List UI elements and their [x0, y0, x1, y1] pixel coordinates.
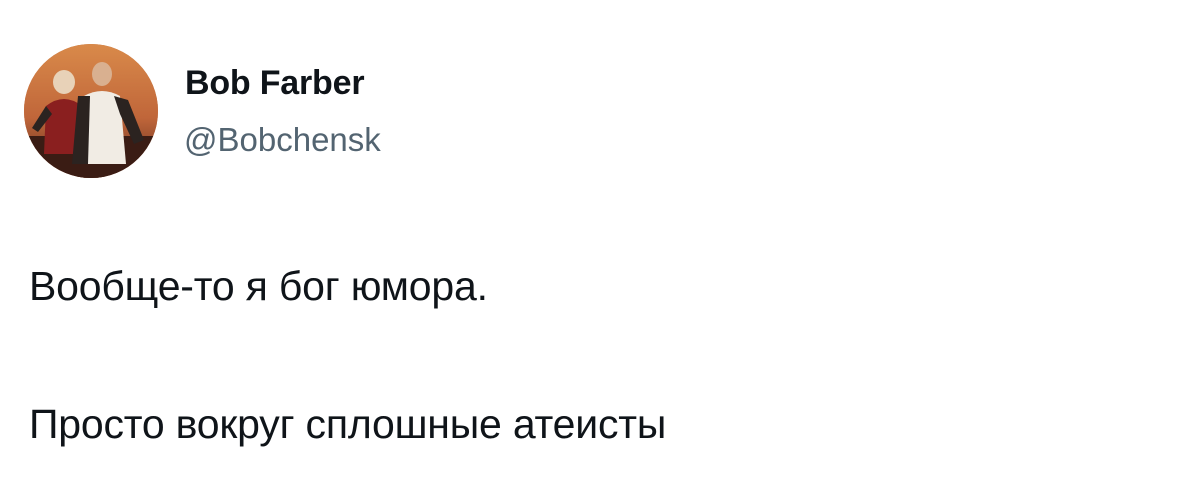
tweet-text-line-1: Вообще-то я бог юмора. — [29, 263, 488, 309]
tweet-card: Bob Farber @Bobchensk Вообще-то я бог юм… — [0, 0, 1202, 499]
author-handle[interactable]: @Bobchensk — [184, 120, 381, 160]
author-avatar[interactable] — [24, 44, 158, 178]
avatar-photo-icon — [24, 44, 158, 178]
tweet-text-line-2: Просто вокруг сплошные атеисты — [29, 401, 667, 447]
author-display-name[interactable]: Bob Farber — [185, 63, 365, 103]
